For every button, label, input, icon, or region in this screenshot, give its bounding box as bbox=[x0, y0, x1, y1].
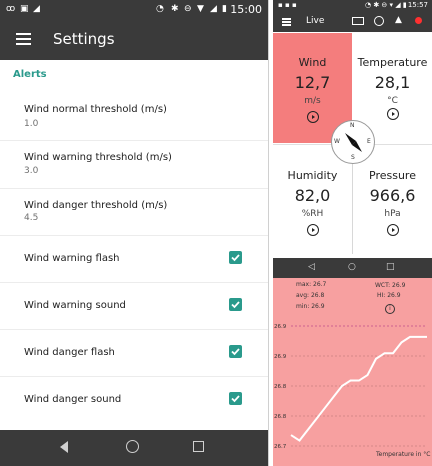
status-bar: ▪ ▪ ▪ ◔ ✱ ⊖ ▾ ◢ ▮ 15:57 bbox=[273, 0, 432, 12]
tile-unit: hPa bbox=[384, 209, 401, 219]
bell-icon[interactable]: ▲ bbox=[395, 15, 402, 25]
battery-icon: ▮ bbox=[222, 4, 227, 14]
hamburger-menu-icon[interactable] bbox=[282, 18, 291, 26]
app-bar: Live ▲ bbox=[273, 12, 432, 32]
settings-screen: ꝏ ▣ ◢ ◔ ✱ ⊖ ▼ ◢ ▮ 15:00 Settings Alerts … bbox=[0, 0, 269, 466]
pref-wind-warning-flash[interactable]: Wind warning flash bbox=[0, 236, 268, 283]
wifi-icon: ▼ bbox=[197, 4, 204, 14]
signal-icon: ◢ bbox=[210, 4, 217, 14]
status-time: 15:00 bbox=[230, 3, 262, 16]
voicemail-icon: ꝏ bbox=[6, 4, 16, 14]
back-icon[interactable] bbox=[60, 441, 68, 453]
tile-label: Wind bbox=[298, 56, 327, 69]
alarm-icon: ◔ bbox=[156, 4, 164, 14]
connect-icon[interactable] bbox=[374, 16, 384, 26]
home-icon[interactable]: ○ bbox=[348, 262, 356, 272]
tile-value: 82,0 bbox=[294, 186, 331, 205]
tile-label: Temperature bbox=[357, 56, 428, 69]
tile-unit: m/s bbox=[304, 96, 321, 106]
battery-outline-icon[interactable] bbox=[352, 17, 364, 25]
play-icon[interactable] bbox=[307, 224, 319, 236]
tile-value: 12,7 bbox=[294, 73, 331, 92]
pref-title: Wind danger threshold (m/s) bbox=[24, 200, 168, 211]
pref-wind-normal-threshold[interactable]: Wind normal threshold (m/s) 1.0 bbox=[0, 92, 268, 141]
checkbox-checked[interactable] bbox=[229, 392, 242, 405]
system-nav-bar bbox=[0, 430, 268, 466]
back-icon[interactable]: ◁ bbox=[308, 262, 315, 272]
y-tick-label: 26.7 bbox=[274, 444, 287, 450]
chart-plot: 26.9 26.9 26.8 26.8 26.7 bbox=[274, 324, 427, 450]
play-icon[interactable] bbox=[307, 111, 319, 123]
status-bar: ꝏ ▣ ◢ ◔ ✱ ⊖ ▼ ◢ ▮ 15:00 bbox=[0, 0, 268, 20]
app-bar: Settings bbox=[0, 20, 268, 60]
checkbox-checked[interactable] bbox=[229, 298, 242, 311]
home-icon[interactable] bbox=[126, 440, 139, 453]
dnd-icon: ⊖ bbox=[184, 4, 192, 14]
pref-wind-warning-sound[interactable]: Wind warning sound bbox=[0, 283, 268, 330]
pref-wind-danger-sound[interactable]: Wind danger sound bbox=[0, 377, 268, 423]
page-title: Live bbox=[306, 16, 325, 26]
pref-title: Wind warning flash bbox=[24, 253, 120, 264]
play-icon[interactable] bbox=[387, 224, 399, 236]
y-tick-label: 26.8 bbox=[274, 414, 287, 420]
pref-wind-danger-flash[interactable]: Wind danger flash bbox=[0, 330, 268, 377]
compass-needle-icon bbox=[345, 133, 362, 152]
checkbox-checked[interactable] bbox=[229, 251, 242, 264]
tile-value: 966,6 bbox=[369, 186, 416, 205]
tile-label: Pressure bbox=[369, 169, 416, 182]
section-header-alerts: Alerts bbox=[13, 69, 47, 80]
bluetooth-icon: ✱ bbox=[171, 4, 179, 14]
pref-title: Wind warning sound bbox=[24, 300, 126, 311]
tile-unit: °C bbox=[387, 96, 398, 106]
pref-wind-warning-threshold[interactable]: Wind warning threshold (m/s) 3.0 bbox=[0, 141, 268, 189]
image-icon: ▣ bbox=[20, 4, 29, 14]
system-nav-bar: ◁ ○ □ bbox=[273, 258, 432, 278]
pref-value: 1.0 bbox=[24, 119, 39, 129]
y-tick-label: 26.9 bbox=[274, 324, 287, 330]
live-screen: ▪ ▪ ▪ ◔ ✱ ⊖ ▾ ◢ ▮ 15:57 Live ▲ Wind 12,7… bbox=[273, 0, 432, 466]
pref-value: 3.0 bbox=[24, 166, 39, 176]
recent-apps-icon[interactable] bbox=[193, 441, 204, 452]
checkbox-checked[interactable] bbox=[229, 345, 242, 358]
play-icon[interactable] bbox=[387, 108, 399, 120]
chart-caption: Temperature in °C bbox=[376, 451, 431, 458]
page-title: Settings bbox=[53, 30, 115, 48]
tile-value: 28,1 bbox=[374, 73, 411, 92]
notification-icon: ◢ bbox=[33, 4, 40, 14]
notification-icon: ▪ ▪ ▪ bbox=[278, 1, 297, 9]
recent-apps-icon[interactable]: □ bbox=[386, 262, 395, 272]
pref-title: Wind danger sound bbox=[24, 394, 122, 405]
record-icon[interactable] bbox=[415, 17, 422, 24]
status-time: 15:57 bbox=[407, 1, 428, 9]
wind-compass: N E S W bbox=[331, 120, 375, 164]
pref-wind-danger-threshold[interactable]: Wind danger threshold (m/s) 4.5 bbox=[0, 189, 268, 236]
y-tick-label: 26.9 bbox=[274, 354, 287, 360]
temperature-series-line bbox=[290, 335, 427, 442]
pref-title: Wind warning threshold (m/s) bbox=[24, 152, 172, 163]
pref-value: 4.5 bbox=[24, 213, 39, 223]
hamburger-menu-icon[interactable] bbox=[16, 33, 31, 45]
pref-title: Wind normal threshold (m/s) bbox=[24, 104, 167, 115]
tile-unit: %RH bbox=[301, 209, 324, 219]
temperature-chart: max: 26.7 avg: 26.8 min: 26.9 WCT: 26.9 … bbox=[273, 278, 432, 466]
y-tick-label: 26.8 bbox=[274, 384, 287, 390]
tile-label: Humidity bbox=[287, 169, 338, 182]
status-icons: ◔ ✱ ⊖ ▾ ◢ ▮ bbox=[365, 1, 407, 9]
pref-title: Wind danger flash bbox=[24, 347, 115, 358]
